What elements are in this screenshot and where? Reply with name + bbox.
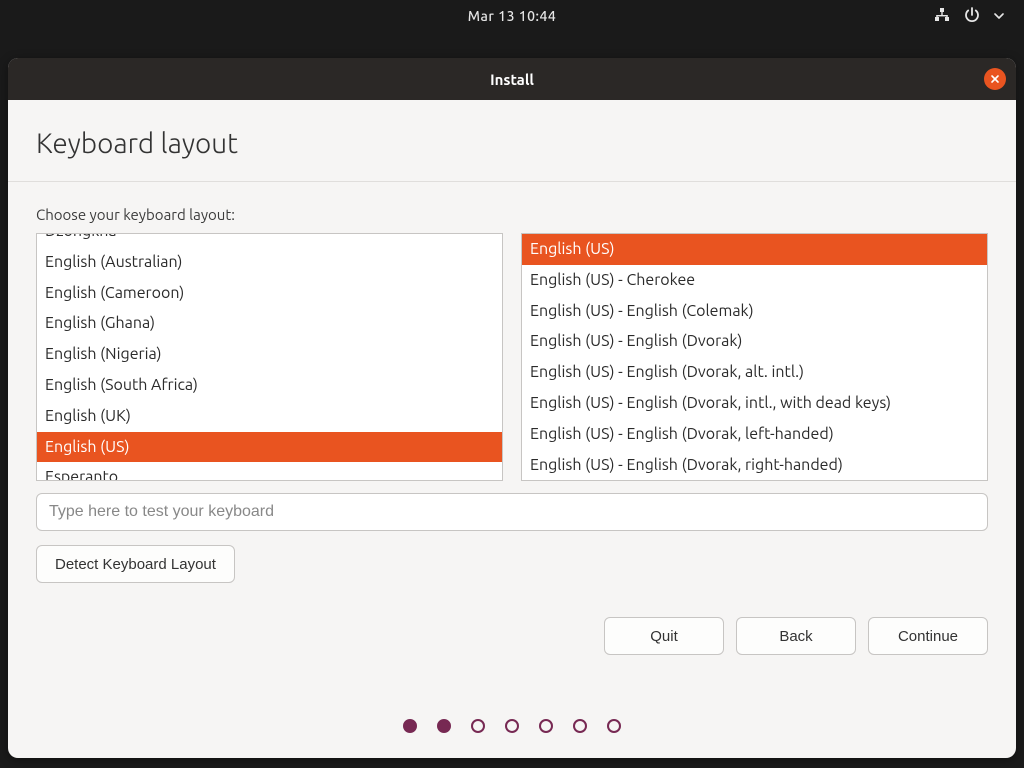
list-item[interactable]: English (US) [37, 432, 502, 463]
prompt-label: Choose your keyboard layout: [36, 206, 988, 223]
divider [8, 181, 1016, 182]
window-titlebar: Install [8, 58, 1016, 100]
detect-layout-button[interactable]: Detect Keyboard Layout [36, 545, 235, 583]
system-tray [934, 0, 1004, 32]
list-item[interactable]: English (US) - English (Dvorak, intl., w… [522, 388, 987, 419]
close-button[interactable] [984, 68, 1006, 90]
list-item[interactable]: English (Cameroon) [37, 278, 502, 309]
list-item[interactable]: Esperanto [37, 462, 502, 481]
list-item[interactable]: English (US) - English (Macintosh) [522, 480, 987, 481]
list-item[interactable]: English (US) - English (Dvorak, left-han… [522, 419, 987, 450]
list-item[interactable]: English (Ghana) [37, 308, 502, 339]
detect-row: Detect Keyboard Layout [36, 545, 988, 583]
chevron-down-icon[interactable] [994, 8, 1004, 24]
list-item[interactable]: English (Australian) [37, 247, 502, 278]
back-button[interactable]: Back [736, 617, 856, 655]
progress-dot [403, 719, 417, 733]
list-item[interactable]: English (US) [522, 234, 987, 265]
test-row [36, 493, 988, 531]
progress-dot [505, 719, 519, 733]
layout-lists: DzongkhaEnglish (Australian)English (Cam… [36, 233, 988, 481]
list-item[interactable]: English (UK) [37, 401, 502, 432]
clock: Mar 13 10:44 [468, 8, 557, 24]
power-icon[interactable] [964, 7, 980, 26]
nav-buttons: Quit Back Continue [36, 617, 988, 655]
window-title: Install [490, 71, 534, 88]
list-item[interactable]: English (South Africa) [37, 370, 502, 401]
progress-dot [437, 719, 451, 733]
installer-window: Install Keyboard layout Choose your keyb… [8, 58, 1016, 758]
list-item[interactable]: English (US) - English (Colemak) [522, 296, 987, 327]
progress-dot [607, 719, 621, 733]
continue-button[interactable]: Continue [868, 617, 988, 655]
list-item[interactable]: English (Nigeria) [37, 339, 502, 370]
list-item[interactable]: English (US) - English (Dvorak, alt. int… [522, 357, 987, 388]
list-item[interactable]: English (US) - English (Dvorak) [522, 326, 987, 357]
progress-dot [539, 719, 553, 733]
page-title: Keyboard layout [36, 128, 988, 159]
network-icon[interactable] [934, 7, 950, 26]
list-item[interactable]: English (US) - English (Dvorak, right-ha… [522, 450, 987, 481]
layout-language-list[interactable]: DzongkhaEnglish (Australian)English (Cam… [36, 233, 503, 481]
progress-dot [471, 719, 485, 733]
list-item[interactable]: Dzongkha [37, 233, 502, 247]
progress-dots [36, 719, 988, 743]
progress-dot [573, 719, 587, 733]
quit-button[interactable]: Quit [604, 617, 724, 655]
list-item[interactable]: English (US) - Cherokee [522, 265, 987, 296]
system-top-bar: Mar 13 10:44 [0, 0, 1024, 32]
keyboard-test-input[interactable] [36, 493, 988, 531]
layout-variant-list[interactable]: English (US)English (US) - CherokeeEngli… [521, 233, 988, 481]
page-content: Keyboard layout Choose your keyboard lay… [8, 100, 1016, 758]
